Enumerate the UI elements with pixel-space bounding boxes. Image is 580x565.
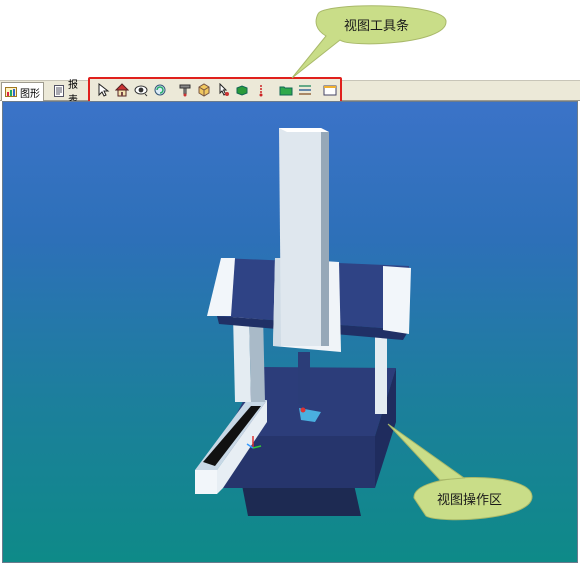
callout-bubbles xyxy=(291,5,533,521)
viewport-callout-bubble xyxy=(387,423,466,481)
toolbar-callout-text: 视图工具条 xyxy=(344,19,410,34)
viewport-callout-text: 视图操作区 xyxy=(437,493,503,508)
